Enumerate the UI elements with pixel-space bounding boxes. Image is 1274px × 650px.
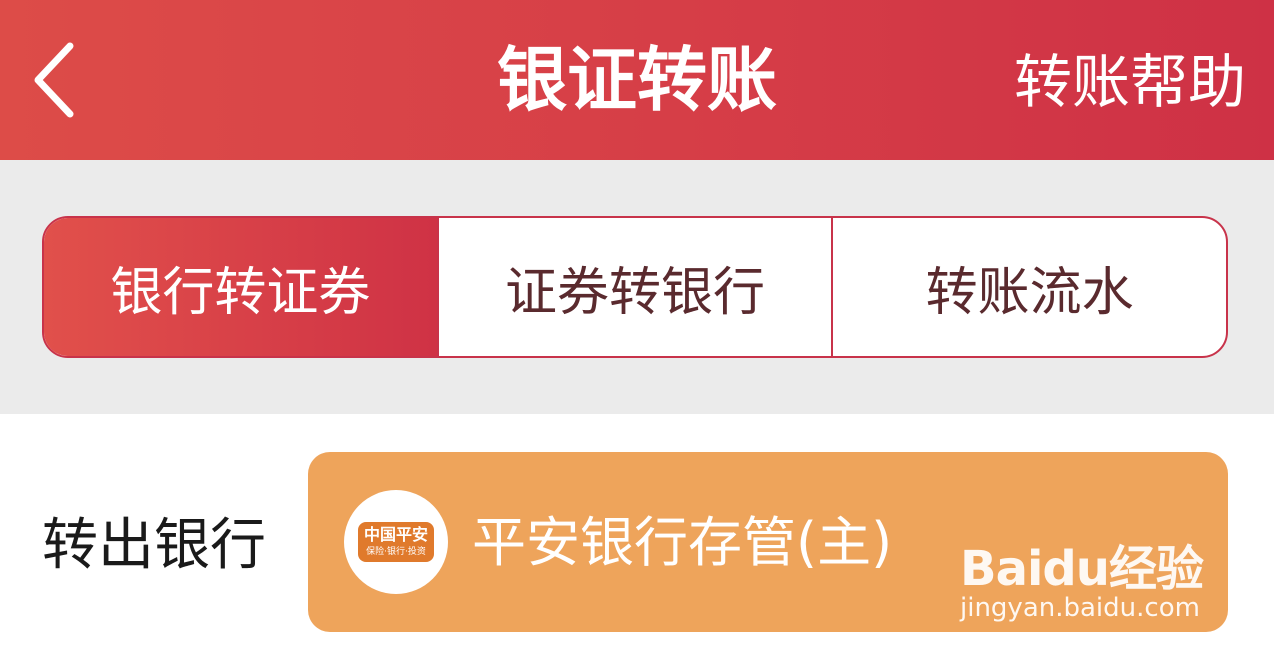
bank-logo-text: 中国平安: [363, 525, 428, 544]
watermark-url: jingyan.baidu.com: [960, 593, 1200, 623]
tab-bank-to-securities[interactable]: 银行转证券: [44, 218, 437, 356]
bank-name-value: 平安银行存管(主): [472, 511, 893, 574]
watermark-brand: Baidu经验: [960, 541, 1204, 597]
tab-transfer-history[interactable]: 转账流水: [831, 218, 1226, 356]
baidu-watermark: Baidu经验 jingyan.baidu.com: [960, 515, 1230, 625]
top-app-bar: 银证转账 转账帮助: [0, 0, 1274, 160]
transfer-help-button[interactable]: 转账帮助: [1014, 46, 1246, 118]
bank-logo-badge: 中国平安 保险·银行·投资: [358, 522, 434, 562]
ping-an-bank-logo: 中国平安 保险·银行·投资: [344, 490, 448, 594]
out-bank-label: 转出银行: [42, 513, 266, 578]
bank-logo-subtext: 保险·银行·投资: [366, 547, 426, 557]
tab-securities-to-bank[interactable]: 证券转银行: [436, 218, 832, 356]
transfer-type-tabs: 银行转证券 证券转银行 转账流水: [42, 216, 1228, 358]
